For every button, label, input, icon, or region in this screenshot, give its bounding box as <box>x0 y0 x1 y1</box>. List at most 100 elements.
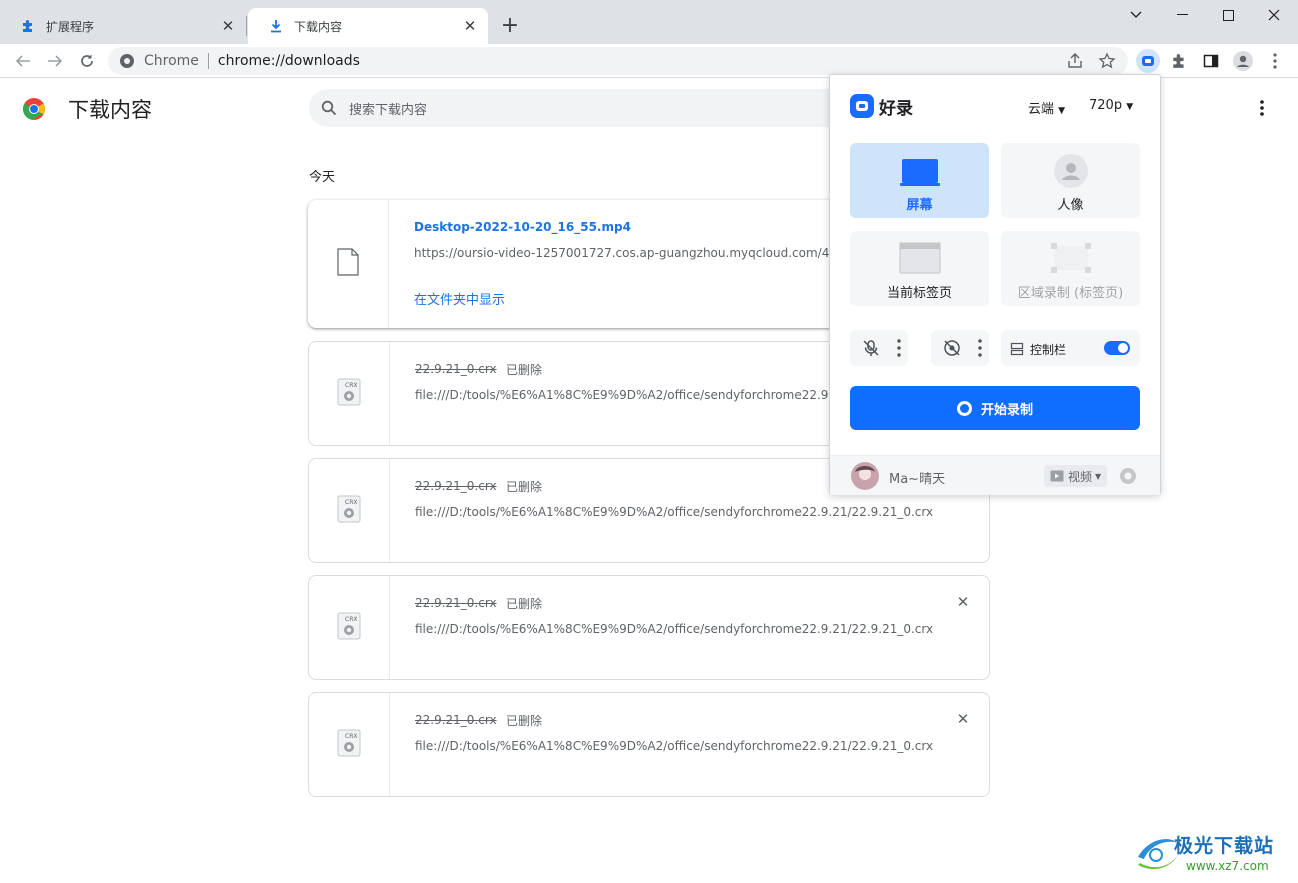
watermark-logo: 极光下载站 www.xz7.com <box>1130 827 1290 879</box>
more-actions-icon[interactable] <box>1254 97 1270 119</box>
mode-current-tab[interactable]: 当前标签页 <box>850 231 989 306</box>
crx-file-icon: CRX <box>336 494 362 528</box>
back-icon[interactable] <box>10 48 36 74</box>
svg-text:CRX: CRX <box>345 382 357 389</box>
file-url[interactable]: https://oursio-video-1257001727.cos.ap-g… <box>414 246 829 260</box>
new-tab-button[interactable]: + <box>498 14 522 38</box>
settings-gear-icon[interactable] <box>1118 466 1138 490</box>
file-name-link[interactable]: Desktop-2022-10-20_16_55.mp4 <box>414 220 631 234</box>
tab-strip: 扩展程序 ✕ 下载内容 ✕ + <box>0 0 1298 44</box>
file-url: file:///D:/tools/%E6%A1%8C%E9%9D%A2/offi… <box>415 622 934 636</box>
chrome-menu-icon[interactable] <box>1264 50 1286 72</box>
page-title: 下载内容 <box>68 98 152 122</box>
bookmark-star-icon[interactable] <box>1098 52 1116 74</box>
search-placeholder: 搜索下载内容 <box>349 102 428 118</box>
deleted-status: 已删除 <box>506 480 543 494</box>
camera-off-icon <box>943 339 961 361</box>
file-name: 22.9.21_0.crx <box>415 713 497 727</box>
camera-options-icon[interactable] <box>978 338 982 362</box>
file-name: 22.9.21_0.crx <box>415 596 497 610</box>
file-url: file:///D:/tools/%E6%A1%8C%E9%9D%A2/offi… <box>415 739 934 753</box>
omnibox-divider <box>207 53 209 69</box>
control-bar-switch[interactable] <box>1104 341 1130 355</box>
mode-label: 当前标签页 <box>886 286 952 301</box>
share-icon[interactable] <box>1066 52 1084 74</box>
svg-text:CRX: CRX <box>345 499 357 506</box>
show-in-folder-link[interactable]: 在文件夹中显示 <box>414 289 505 308</box>
mic-off-icon <box>862 339 880 361</box>
close-tab-icon[interactable]: ✕ <box>460 16 480 36</box>
tab-extensions[interactable]: 扩展程序 ✕ <box>0 8 246 44</box>
forward-icon[interactable] <box>42 48 68 74</box>
popup-footer: Ma~晴天 视频 ▼ <box>830 455 1160 495</box>
start-recording-button[interactable]: 开始录制 <box>850 386 1140 430</box>
tab-search-icon[interactable] <box>1113 4 1159 26</box>
crx-file-icon: CRX <box>336 728 362 762</box>
camera-toggle[interactable] <box>931 330 989 366</box>
person-icon <box>1053 153 1089 193</box>
mode-screen[interactable]: 屏幕 <box>850 143 989 218</box>
region-select-icon <box>1050 242 1092 278</box>
side-panel-icon[interactable] <box>1200 50 1222 72</box>
chrome-icon <box>119 53 135 73</box>
close-tab-icon[interactable]: ✕ <box>218 16 238 36</box>
tab-title: 扩展程序 <box>46 19 95 34</box>
haolu-extension-icon[interactable] <box>1136 49 1160 73</box>
tab-downloads[interactable]: 下载内容 ✕ <box>248 8 488 44</box>
deleted-status: 已删除 <box>506 597 543 611</box>
date-group-heading: 今天 <box>309 170 336 185</box>
record-icon <box>956 400 972 416</box>
maximize-button[interactable] <box>1205 4 1251 26</box>
haolu-logo-icon <box>850 94 874 118</box>
storage-dropdown[interactable]: 云端 ▼ <box>1028 98 1065 117</box>
caret-down-icon: ▼ <box>1126 102 1134 112</box>
search-downloads-input[interactable]: 搜索下载内容 <box>309 89 869 127</box>
user-name: Ma~晴天 <box>889 472 946 487</box>
file-name: 22.9.21_0.crx <box>415 362 497 376</box>
control-bar-icon <box>1010 341 1024 360</box>
extensions-puzzle-icon[interactable] <box>1168 50 1190 72</box>
tab-title: 下载内容 <box>294 19 343 34</box>
tab-divider <box>246 16 247 36</box>
search-icon <box>321 100 337 116</box>
download-item: CRX 22.9.21_0.crx 已删除 file:///D:/tools/%… <box>308 692 990 797</box>
mic-toggle[interactable] <box>850 330 908 366</box>
remove-item-icon[interactable]: ✕ <box>955 593 971 611</box>
puzzle-icon <box>20 18 36 34</box>
mode-label: 人像 <box>1057 198 1084 213</box>
url-text: chrome://downloads <box>217 53 360 69</box>
mode-region-tab[interactable]: 区域录制 (标签页) <box>1001 231 1140 306</box>
video-library-button[interactable]: 视频 ▼ <box>1044 465 1108 487</box>
resolution-dropdown[interactable]: 720p ▼ <box>1089 98 1133 113</box>
mode-label: 区域录制 (标签页) <box>1017 286 1124 301</box>
browser-window-icon <box>899 242 941 278</box>
video-label: 视频 <box>1068 469 1093 484</box>
mode-label: 屏幕 <box>906 198 933 213</box>
file-name: 22.9.21_0.crx <box>415 479 497 493</box>
mic-options-icon[interactable] <box>897 338 901 362</box>
laptop-icon <box>900 157 940 191</box>
address-bar[interactable]: Chrome chrome://downloads <box>108 47 1128 75</box>
profile-avatar-icon[interactable] <box>1232 50 1254 72</box>
caret-down-icon: ▼ <box>1095 471 1102 481</box>
svg-text:CRX: CRX <box>345 616 357 623</box>
close-window-button[interactable] <box>1251 4 1297 26</box>
user-avatar[interactable] <box>851 462 879 490</box>
remove-item-icon[interactable]: ✕ <box>955 710 971 728</box>
start-label: 开始录制 <box>980 402 1033 418</box>
reload-icon[interactable] <box>74 48 100 74</box>
haolu-popup: 好录 云端 ▼ 720p ▼ 屏幕 人像 当前标签页 区域录制 (标签页) 控制… <box>829 74 1161 495</box>
control-bar-label: 控制栏 <box>1030 343 1067 357</box>
control-bar-toggle[interactable]: 控制栏 <box>1001 330 1140 366</box>
caret-down-icon: ▼ <box>1058 106 1066 116</box>
download-item: CRX 22.9.21_0.crx 已删除 file:///D:/tools/%… <box>308 575 990 680</box>
file-url: file:///D:/tools/%E6%A1%8C%E9%9D%A2/offi… <box>415 388 830 402</box>
mode-portrait[interactable]: 人像 <box>1001 143 1140 218</box>
site-chip: Chrome <box>144 53 199 69</box>
video-folder-icon <box>1050 470 1064 482</box>
minimize-button[interactable] <box>1159 4 1205 26</box>
file-icon <box>337 248 359 280</box>
watermark-text: 极光下载站 <box>1174 835 1275 857</box>
crx-file-icon: CRX <box>336 611 362 645</box>
resolution-value: 720p <box>1089 98 1123 113</box>
